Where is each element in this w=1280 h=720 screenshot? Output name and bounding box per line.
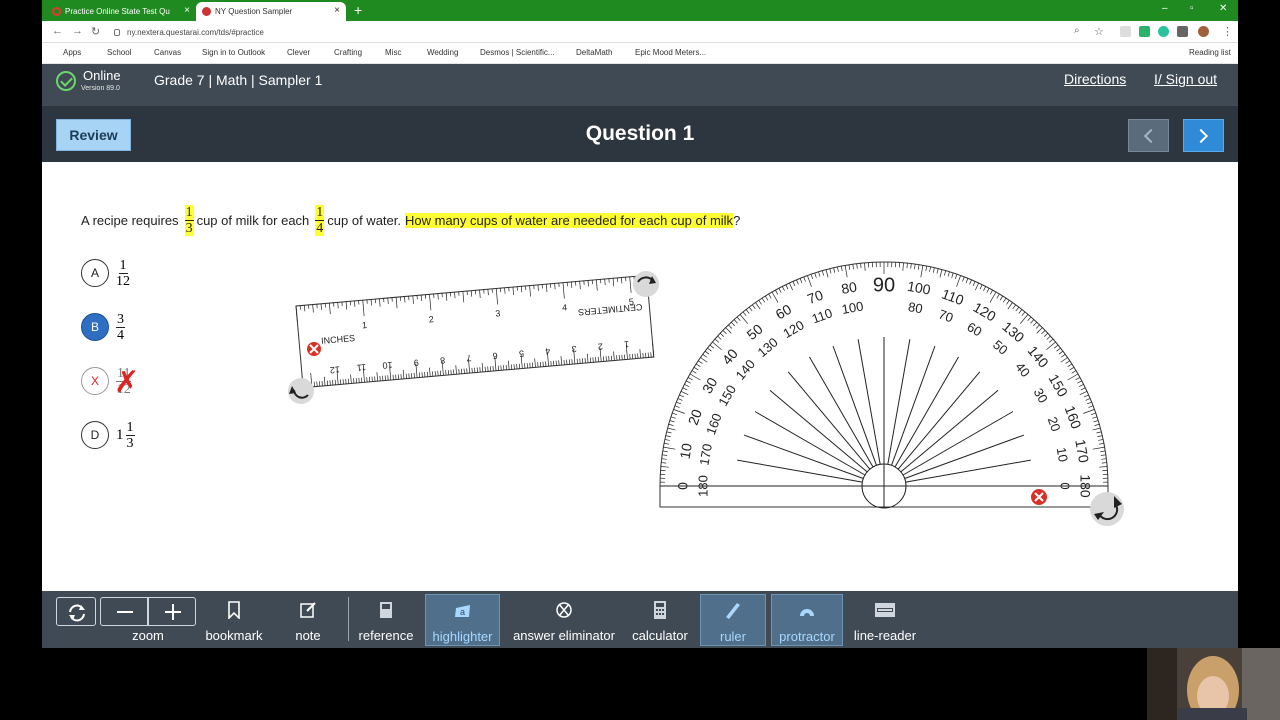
ruler-cm-number: 12 <box>329 364 340 375</box>
ruler-inch-number: 3 <box>495 308 501 318</box>
protractor-rotate-handle[interactable] <box>1090 492 1124 526</box>
ruler-cm-number: 1 <box>624 339 630 349</box>
ruler-cm-number: 2 <box>597 341 603 351</box>
screen: Practice Online State Test Qu × NY Quest… <box>0 0 1280 720</box>
ruler-cm-number: 4 <box>545 346 551 356</box>
refresh-icon <box>69 604 85 622</box>
line-reader-tool-button[interactable]: line-reader <box>850 594 920 646</box>
protractor-icon <box>800 609 814 616</box>
zoom-reset-button[interactable] <box>56 597 96 626</box>
ruler-cm-number: 8 <box>440 355 446 365</box>
webcam-person-image <box>1147 648 1280 720</box>
protractor-inner-label: 0 <box>1058 482 1073 489</box>
protractor-outer-label: 10 <box>677 442 695 460</box>
ruler-cm-number: 9 <box>413 358 419 368</box>
protractor-outer-label: 90 <box>873 274 895 296</box>
protractor-outer-label: 0 <box>675 482 691 490</box>
line-reader-icon <box>875 603 895 617</box>
ruler-inch-number: 4 <box>562 302 568 312</box>
webcam-overlay <box>1147 648 1280 720</box>
ruler-cm-number: 11 <box>356 362 366 373</box>
protractor-inner-label: 80 <box>907 299 924 316</box>
zoom-label: zoom <box>132 628 164 643</box>
ruler-inch-number: 1 <box>361 320 367 330</box>
protractor-inner-label: 10 <box>1054 446 1071 463</box>
ruler-rotate-handle-bottom[interactable] <box>288 378 314 404</box>
svg-text:a: a <box>460 607 465 617</box>
ruler-cm-number: 3 <box>571 344 577 354</box>
ruler-inch-number: 2 <box>428 314 434 324</box>
protractor-outer-label: 180 <box>1077 474 1093 498</box>
ruler-cm-number: 7 <box>466 353 472 363</box>
protractor-inner-label: 180 <box>695 475 710 497</box>
ruler-icon <box>726 603 740 619</box>
protractor-tool-button[interactable]: protractor <box>771 594 843 646</box>
reference-tool-button[interactable]: reference <box>356 594 416 646</box>
ruler-rotate-handle-top[interactable] <box>633 271 659 297</box>
ruler-tool-button[interactable]: ruler <box>700 594 766 646</box>
note-icon <box>300 602 316 618</box>
calculator-tool-button[interactable]: calculator <box>628 594 692 646</box>
ruler-cm-number: 5 <box>519 348 525 358</box>
zoom-out-button[interactable] <box>100 597 148 626</box>
bottom-toolbar: zoom bookmark note reference a highlight… <box>42 591 1238 648</box>
minus-icon <box>117 611 133 613</box>
bookmark-icon <box>228 601 240 619</box>
zoom-in-button[interactable] <box>148 597 196 626</box>
answer-eliminator-icon <box>556 602 572 618</box>
ruler-tool[interactable]: 1234512 11 10 9 8 7 6 5 4 3 2 1 INCHES CENTIMETERS <box>295 274 655 389</box>
ruler-cm-number: 10 <box>382 360 393 371</box>
ruler-delete-icon[interactable] <box>307 342 321 356</box>
ruler-cm-number: 6 <box>492 351 498 361</box>
toolbar-divider <box>348 597 349 641</box>
protractor-outer-label: 80 <box>840 278 858 296</box>
calculator-icon <box>654 601 666 619</box>
bookmark-tool-button[interactable]: bookmark <box>198 594 270 646</box>
reference-book-icon <box>380 602 392 618</box>
protractor-tool[interactable]: 0 18010 1702016030150401405013060120701108… <box>659 261 1109 509</box>
answer-eliminator-tool-button[interactable]: answer eliminator <box>508 594 620 646</box>
plus-icon <box>165 604 181 620</box>
note-tool-button[interactable]: note <box>280 594 336 646</box>
browser-window: Practice Online State Test Qu × NY Quest… <box>42 0 1238 648</box>
highlighter-icon: a <box>454 605 470 617</box>
highlighter-tool-button[interactable]: a highlighter <box>425 594 500 646</box>
measurement-tools-layer: 1234512 11 10 9 8 7 6 5 4 3 2 1 INCHES CENTIMETERS … <box>288 261 1124 526</box>
protractor-delete-icon[interactable] <box>1031 489 1047 505</box>
